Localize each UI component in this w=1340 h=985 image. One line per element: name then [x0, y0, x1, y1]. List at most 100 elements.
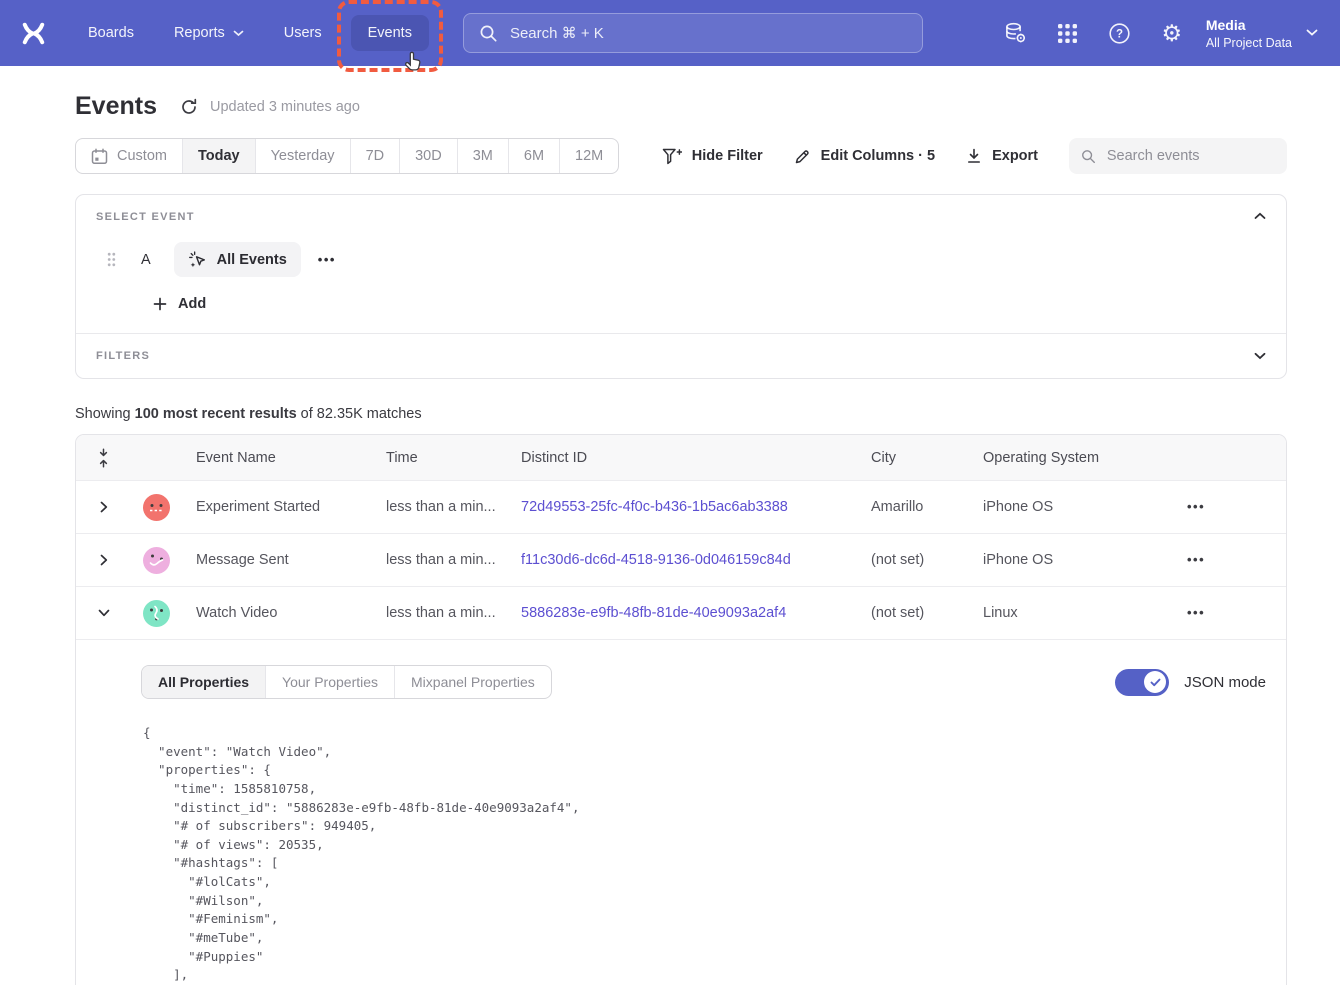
- calendar-icon: [91, 148, 108, 165]
- nav-item-users-label: Users: [284, 25, 322, 41]
- table-row: Message Sent less than a min... f11c30d6…: [76, 533, 1286, 586]
- row-menu-button[interactable]: •••: [1173, 605, 1205, 620]
- cell-city: Amarillo: [856, 499, 968, 515]
- project-selector[interactable]: Media All Project Data: [1206, 17, 1292, 50]
- nav-item-users[interactable]: Users: [267, 15, 339, 51]
- search-events-input[interactable]: [1105, 147, 1275, 165]
- apps-grid-icon[interactable]: [1042, 22, 1094, 45]
- range-yesterday-label: Yesterday: [271, 148, 335, 164]
- nav-item-boards[interactable]: Boards: [71, 15, 151, 51]
- hide-filter-button[interactable]: Hide Filter: [662, 148, 763, 165]
- cell-time: less than a min...: [371, 552, 506, 568]
- export-button[interactable]: Export: [966, 148, 1038, 164]
- chevron-down-icon: [233, 30, 244, 37]
- mixpanel-logo-icon[interactable]: [20, 20, 47, 47]
- tab-your-properties[interactable]: Your Properties: [265, 666, 394, 698]
- hand-cursor-icon: [403, 50, 423, 73]
- nav-item-events-wrap: Events: [351, 15, 429, 51]
- global-search[interactable]: Search ⌘ + K: [463, 13, 923, 53]
- global-search-placeholder: Search ⌘ + K: [510, 24, 604, 42]
- filters-section[interactable]: FILTERS: [76, 333, 1286, 378]
- table-header-row: Event Name Time Distinct ID City Operati…: [76, 435, 1286, 480]
- column-header-city[interactable]: City: [856, 450, 968, 466]
- range-custom-label: Custom: [117, 148, 167, 164]
- row-collapse-chevron-down-icon[interactable]: [76, 609, 131, 617]
- cell-time: less than a min...: [371, 605, 506, 621]
- nav-item-reports[interactable]: Reports: [157, 15, 261, 51]
- row-expand-chevron-right-icon[interactable]: [76, 501, 131, 513]
- export-label: Export: [992, 148, 1038, 164]
- check-icon: [1150, 678, 1161, 687]
- range-yesterday[interactable]: Yesterday: [255, 139, 350, 173]
- row-expand-chevron-right-icon[interactable]: [76, 554, 131, 566]
- column-header-event-name[interactable]: Event Name: [181, 450, 371, 466]
- cell-os: iPhone OS: [968, 499, 1173, 515]
- detail-header: All Properties Your Properties Mixpanel …: [141, 665, 1266, 699]
- column-header-os[interactable]: Operating System: [968, 450, 1173, 466]
- drag-handle-icon[interactable]: [107, 252, 116, 267]
- nav-item-events-label: Events: [368, 25, 412, 41]
- tab-all-properties[interactable]: All Properties: [142, 666, 265, 698]
- collapse-chevron-up-icon[interactable]: [1254, 212, 1266, 220]
- sort-icon[interactable]: [76, 448, 131, 468]
- filters-chevron-down-icon[interactable]: [1254, 352, 1266, 360]
- cell-city: (not set): [856, 605, 968, 621]
- event-row-letter: A: [141, 252, 151, 268]
- controls-row: Custom Today Yesterday 7D 30D 3M 6M 12M …: [75, 138, 1287, 174]
- tab-mixpanel-properties[interactable]: Mixpanel Properties: [394, 666, 551, 698]
- add-event-button[interactable]: Add: [153, 296, 206, 312]
- cell-event-name: Message Sent: [181, 552, 371, 568]
- edit-columns-label: Edit Columns · 5: [821, 148, 935, 164]
- help-icon[interactable]: ?: [1094, 22, 1146, 45]
- row-menu-button[interactable]: •••: [1173, 499, 1205, 514]
- project-chevron-down-icon[interactable]: [1306, 29, 1318, 37]
- search-events-box[interactable]: [1069, 138, 1287, 174]
- event-more-menu[interactable]: •••: [318, 252, 336, 267]
- edit-columns-button[interactable]: Edit Columns · 5: [794, 148, 935, 165]
- events-page: Events Updated 3 minutes ago Custom Toda…: [75, 92, 1287, 985]
- range-12m-label: 12M: [575, 148, 603, 164]
- range-custom[interactable]: Custom: [76, 139, 182, 173]
- event-avatar: [143, 547, 170, 574]
- top-navbar: Boards Reports Users Events Search ⌘ + K: [0, 0, 1340, 66]
- date-range-segmented: Custom Today Yesterday 7D 30D 3M 6M 12M: [75, 138, 619, 174]
- cell-city: (not set): [856, 552, 968, 568]
- event-detail-panel: All Properties Your Properties Mixpanel …: [76, 639, 1286, 985]
- title-row: Events Updated 3 minutes ago: [75, 92, 1287, 121]
- range-6m[interactable]: 6M: [508, 139, 559, 173]
- range-today[interactable]: Today: [182, 139, 255, 173]
- project-name: Media: [1206, 17, 1292, 33]
- nav-item-reports-label: Reports: [174, 25, 225, 41]
- event-json-view: { "event": "Watch Video", "properties": …: [143, 724, 1266, 985]
- nav-item-events[interactable]: Events: [351, 15, 429, 51]
- range-7d[interactable]: 7D: [350, 139, 400, 173]
- cell-event-name: Experiment Started: [181, 499, 371, 515]
- data-management-icon[interactable]: [990, 21, 1042, 46]
- range-3m-label: 3M: [473, 148, 493, 164]
- event-selector-pill[interactable]: All Events: [174, 242, 301, 277]
- column-header-distinct-id[interactable]: Distinct ID: [506, 450, 856, 466]
- hide-filter-label: Hide Filter: [692, 148, 763, 164]
- distinct-id-link[interactable]: 72d49553-25fc-4f0c-b436-1b5ac6ab3388: [521, 499, 788, 515]
- distinct-id-link[interactable]: 5886283e-e9fb-48fb-81de-40e9093a2af4: [521, 605, 786, 621]
- results-summary: Showing 100 most recent results of 82.35…: [75, 406, 1287, 422]
- distinct-id-link[interactable]: f11c30d6-dc6d-4518-9136-0d046159c84d: [521, 552, 791, 568]
- events-table: Event Name Time Distinct ID City Operati…: [75, 434, 1287, 985]
- range-12m[interactable]: 12M: [559, 139, 618, 173]
- range-30d-label: 30D: [415, 148, 442, 164]
- table-toolbar: Hide Filter Edit Columns · 5 Export: [662, 138, 1287, 174]
- column-header-time[interactable]: Time: [371, 450, 506, 466]
- settings-gear-icon[interactable]: ⚙: [1146, 22, 1198, 44]
- nav-item-boards-label: Boards: [88, 25, 134, 41]
- pencil-icon: [794, 148, 811, 165]
- select-event-section: SELECT EVENT A All Events •••: [76, 195, 1286, 333]
- row-menu-button[interactable]: •••: [1173, 552, 1205, 567]
- toggle-knob: [1144, 671, 1166, 693]
- range-3m[interactable]: 3M: [457, 139, 508, 173]
- range-6m-label: 6M: [524, 148, 544, 164]
- range-today-label: Today: [198, 148, 240, 164]
- range-30d[interactable]: 30D: [399, 139, 457, 173]
- refresh-icon[interactable]: [180, 98, 198, 116]
- json-mode-toggle[interactable]: [1115, 669, 1169, 696]
- filters-label: FILTERS: [96, 350, 150, 362]
